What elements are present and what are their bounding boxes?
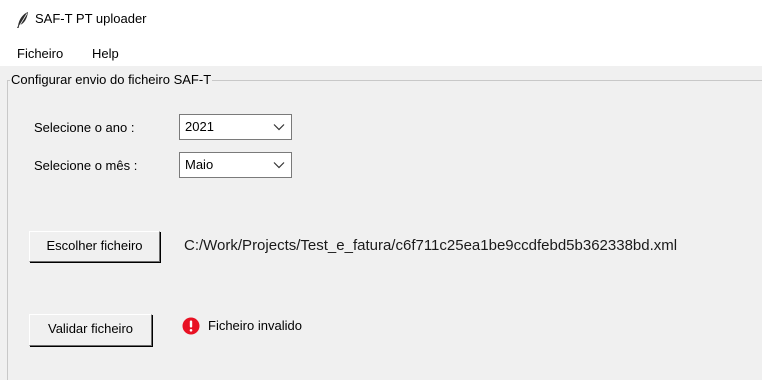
- year-label: Selecione o ano :: [34, 120, 135, 135]
- config-frame-title: Configurar envio do ficheiro SAF-T: [10, 72, 213, 88]
- window-title: SAF-T PT uploader: [35, 11, 147, 26]
- menu-bar: Ficheiro Help: [0, 40, 762, 66]
- chevron-down-icon[interactable]: [273, 123, 285, 131]
- choose-file-button[interactable]: Escolher ficheiro: [29, 231, 160, 262]
- file-path-label: C:/Work/Projects/Test_e_fatura/c6f711c25…: [184, 237, 678, 254]
- year-value: 2021: [185, 119, 214, 134]
- chevron-down-icon[interactable]: [273, 161, 285, 169]
- month-label: Selecione o mês :: [34, 158, 138, 173]
- validation-status: Ficheiro invalido: [208, 318, 302, 333]
- validate-file-button[interactable]: Validar ficheiro: [29, 314, 152, 346]
- error-icon: [182, 317, 200, 335]
- feather-icon: [17, 12, 28, 28]
- month-value: Maio: [185, 157, 214, 172]
- title-bar: SAF-T PT uploader: [0, 0, 762, 40]
- month-combobox[interactable]: Maio: [179, 152, 292, 178]
- menu-item-ficheiro[interactable]: Ficheiro: [15, 46, 65, 62]
- menu-item-help[interactable]: Help: [90, 46, 121, 62]
- year-combobox[interactable]: 2021: [179, 114, 292, 140]
